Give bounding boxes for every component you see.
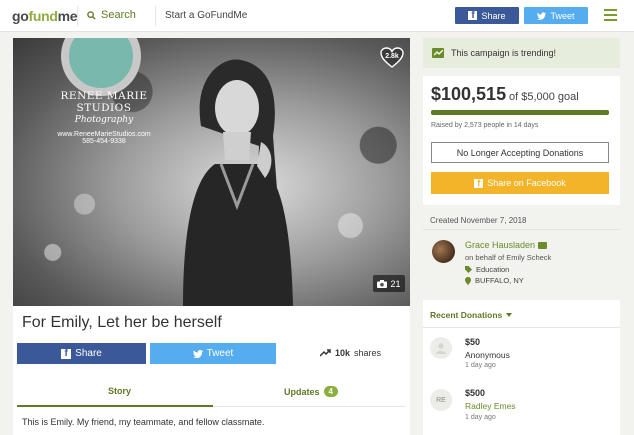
created-date: Created November 7, 2018	[430, 216, 527, 225]
recent-donations-toggle[interactable]: Recent Donations	[430, 310, 513, 320]
updates-count-badge: 4	[323, 386, 338, 397]
tab-updates[interactable]: Updates 4	[284, 386, 338, 397]
user-icon	[436, 343, 446, 354]
twitter-icon	[537, 11, 547, 20]
active-tab-indicator	[17, 405, 213, 407]
donor-name: Anonymous	[465, 350, 510, 360]
trending-text: This campaign is trending!	[451, 48, 557, 58]
campaign-title: For Emily, Let her be herself	[22, 314, 222, 331]
location-icon	[465, 276, 471, 285]
camera-icon	[377, 279, 388, 288]
trend-icon	[432, 48, 444, 58]
studio-subtitle: Photography	[74, 115, 134, 125]
header-tweet-button[interactable]: Tweet	[524, 7, 588, 24]
search-label: Search	[101, 9, 136, 21]
shares-count: 10k	[335, 348, 351, 358]
story-text: This is Emily. My friend, my teammate, a…	[22, 417, 265, 427]
header-divider	[77, 6, 78, 26]
share-on-facebook-label: Share on Facebook	[487, 178, 566, 188]
tab-divider	[213, 406, 406, 407]
studio-phone: 585-454-9338	[82, 138, 126, 145]
share-count: 10k shares	[320, 348, 381, 358]
tweet-button[interactable]: Tweet	[150, 343, 276, 364]
logo-part-go: go	[12, 8, 29, 24]
campaign-main-card: For Emily, Let her be herself f Share Tw…	[13, 306, 410, 435]
location-row: BUFFALO, NY	[465, 276, 524, 285]
organizer-name: Grace Hausladen	[465, 240, 536, 250]
photo-gallery-button[interactable]: 21	[373, 275, 405, 292]
search-icon	[87, 10, 96, 20]
header-facebook-share-button[interactable]: f Share	[455, 7, 519, 24]
share-label: Share	[481, 10, 506, 21]
tweet-label: Tweet	[550, 10, 575, 21]
studio-url: www.ReneeMarieStudios.com	[57, 131, 151, 138]
menu-icon[interactable]	[604, 9, 617, 21]
facebook-icon: f	[468, 11, 478, 21]
header-divider	[155, 6, 156, 26]
facebook-share-button[interactable]: f Share	[17, 343, 146, 364]
tab-story-label: Story	[108, 386, 132, 396]
campaign-hero-image[interactable]: RENEE MARIE STUDIOS Photography www.Rene…	[13, 38, 410, 306]
tab-updates-label: Updates	[284, 386, 320, 397]
recent-divider	[423, 327, 620, 328]
share-label: Share	[75, 348, 102, 359]
recent-donations-card: Recent Donations $50 Anonymous 1 day ago…	[423, 300, 620, 435]
mail-icon[interactable]	[538, 241, 548, 249]
donation-time: 1 day ago	[465, 414, 496, 421]
no-longer-accepting-button[interactable]: No Longer Accepting Donations	[431, 142, 609, 163]
twitter-icon	[192, 349, 203, 358]
donor-avatar	[430, 337, 452, 359]
donor-name[interactable]: Radley Emes	[465, 401, 516, 411]
heart-button[interactable]: 2.8k	[380, 46, 404, 70]
search-link[interactable]: Search	[87, 9, 136, 21]
recent-donations-label: Recent Donations	[430, 310, 503, 320]
organizer-link[interactable]: Grace Hausladen	[465, 240, 548, 250]
logo-part-fund: fund	[28, 8, 58, 24]
tweet-label: Tweet	[206, 348, 234, 359]
on-behalf-text: on behalf of Emily Scheck	[465, 253, 552, 262]
start-gofundme-link[interactable]: Start a GoFundMe	[165, 10, 247, 21]
top-header: gofundme Search Start a GoFundMe f Share…	[0, 0, 634, 32]
organizer-avatar[interactable]	[432, 240, 455, 263]
shares-label: shares	[354, 348, 382, 358]
gofundme-logo[interactable]: gofundme	[12, 8, 78, 24]
chevron-down-icon	[506, 313, 513, 317]
facebook-icon: f	[474, 178, 484, 188]
location-label: BUFFALO, NY	[475, 276, 524, 285]
studio-watermark: RENEE MARIE STUDIOS Photography www.Rene…	[39, 90, 169, 145]
donation-progress-card: $100,515 of $5,000 goal Raised by 2,573 …	[423, 76, 620, 205]
logo-part-me: me	[57, 8, 78, 24]
portrait-figure	[183, 59, 293, 306]
category-row[interactable]: Education	[465, 265, 509, 274]
amount-raised: $100,515	[431, 84, 507, 104]
donor-avatar: RE	[430, 389, 452, 411]
tab-story[interactable]: Story	[108, 386, 131, 396]
goal-text: of $5,000 goal	[509, 91, 579, 103]
photo-count: 21	[390, 278, 401, 289]
tag-icon	[465, 266, 472, 273]
category-label: Education	[476, 265, 510, 274]
donation-amount: $500	[465, 388, 486, 398]
heart-count: 2.8k	[385, 53, 399, 60]
raised-by-text: Raised by 2,573 people in 14 days	[431, 122, 539, 129]
trend-up-icon	[320, 349, 331, 357]
donation-amount: $50	[465, 337, 481, 347]
share-on-facebook-button[interactable]: f Share on Facebook	[431, 172, 609, 194]
facebook-icon: f	[61, 348, 72, 359]
trending-banner: This campaign is trending!	[423, 38, 620, 68]
donation-time: 1 day ago	[465, 362, 496, 369]
studio-name: RENEE MARIE STUDIOS	[60, 90, 148, 114]
organizer-divider	[423, 229, 620, 230]
progress-bar	[431, 110, 609, 115]
